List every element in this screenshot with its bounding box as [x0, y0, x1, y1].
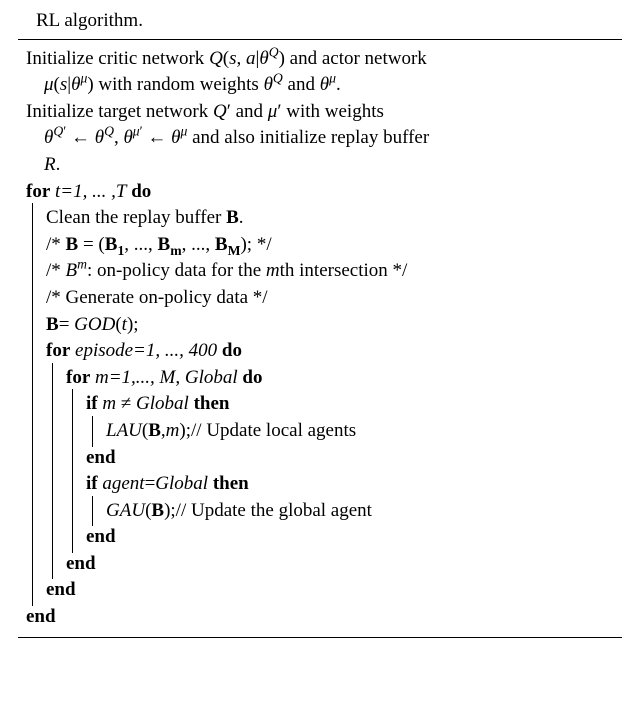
end-for-m: end [26, 551, 622, 578]
for-t-head: for t=1, ... ,T do [26, 179, 622, 206]
lau-call: LAU(B,m);// Update local agents [26, 418, 622, 445]
bottom-rule [18, 637, 622, 638]
comment-b-structure: /* B = (B1, ..., Bm, ..., BM); */ [26, 232, 622, 259]
if-local-head: if m ≠ Global then [26, 391, 622, 418]
algorithm-box: RL algorithm. Initialize critic network … [0, 0, 640, 678]
comment-bm: /* Bm: on-policy data for the mth inters… [26, 258, 622, 285]
end-for-episode: end [26, 577, 622, 604]
end-if-global: end [26, 524, 622, 551]
algorithm-body: Initialize critic network Q(s, a|θQ) and… [26, 46, 622, 631]
algorithm-caption-tail: RL algorithm. [36, 8, 622, 35]
init-critic-actor: Initialize critic network Q(s, a|θQ) and… [26, 46, 622, 99]
god-assign: B= GOD(t); [26, 312, 622, 339]
end-if-local: end [26, 445, 622, 472]
if-global-head: if agent=Global then [26, 471, 622, 498]
end-for-t: end [26, 604, 622, 631]
clean-buffer: Clean the replay buffer B. [26, 205, 622, 232]
for-m-head: for m=1,..., M, Global do [26, 365, 622, 392]
for-episode-head: for episode=1, ..., 400 do [26, 338, 622, 365]
init-target-networks: Initialize target network Q′ and μ′ with… [26, 99, 622, 179]
comment-generate: /* Generate on-policy data */ [26, 285, 622, 312]
top-rule [18, 39, 622, 40]
gau-call: GAU(B);// Update the global agent [26, 498, 622, 525]
